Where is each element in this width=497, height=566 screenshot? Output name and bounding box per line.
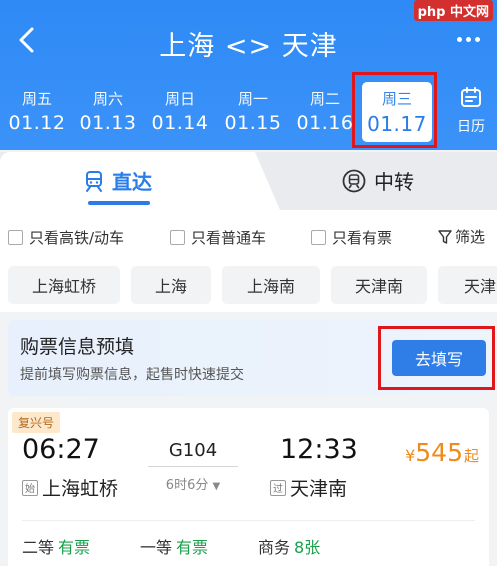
duration-text: 6时6分 [165,478,209,493]
tab-transfer[interactable]: 中转 [342,166,414,195]
tab-direct[interactable]: 直达 [84,166,152,195]
duration[interactable]: 6时6分 ▼ [148,474,238,493]
date-weekday: 周六 [92,90,123,108]
tab-transfer-label: 中转 [374,170,414,194]
date-value: 01.15 [224,112,282,134]
transfer-train-icon [342,169,366,192]
station-chips: 上海虹桥 上海 上海南 天津南 天津 [0,262,497,312]
arrive-station-name: 天津南 [290,478,348,500]
depart-time: 06:27 [22,434,100,465]
divider [22,520,475,521]
station-chip[interactable]: 天津南 [331,266,427,304]
selected-date-highlight [352,72,437,148]
station-chip[interactable]: 上海 [131,266,211,304]
train-type-badge: 复兴号 [12,412,61,433]
station-chip[interactable]: 上海南 [222,266,320,304]
train-number: G104 [168,440,218,461]
arrive-time: 12:33 [280,434,358,465]
checkbox[interactable] [311,230,326,245]
date-item[interactable]: 周日 01.14 [145,82,215,142]
date-weekday: 周一 [237,90,268,108]
tab-active-indicator [88,201,150,205]
pass-tag: 过 [270,479,286,496]
seat-class: 二等 [22,538,55,557]
date-value: 01.12 [8,112,66,134]
caret-down-icon: ▼ [212,481,221,492]
page-title: 上海 <> 天津 [159,31,338,62]
filter-button-label: 筛选 [454,228,485,246]
filter-button[interactable]: 筛选 [438,226,485,247]
price-currency: ¥ [405,446,416,465]
more-dot-icon [456,36,462,42]
seat-status: 有票 [176,538,209,557]
more-dot-icon [465,36,471,42]
seat-class: 一等 [140,538,173,557]
more-button[interactable] [451,26,485,52]
train-search-page: php 中文网 上海 <> 天津 周五 01.12 周六 01.13 周日 01… [0,0,497,566]
calendar-button[interactable]: 日历 [451,86,491,136]
depart-station: 始 上海虹桥 [22,474,118,501]
calendar-label: 日历 [457,119,485,135]
seat-first-class: 一等 有票 [140,534,208,558]
filter-label: 只看有票 [332,229,393,247]
filter-label: 只看普通车 [191,229,267,247]
date-item[interactable]: 周一 01.15 [218,82,288,142]
price-amount: 545 [415,438,463,467]
date-item[interactable]: 周二 01.16 [290,82,360,142]
date-weekday: 周日 [164,90,195,108]
filter-label: 只看高铁/动车 [29,229,125,247]
date-weekday: 周五 [21,90,52,108]
more-dot-icon [474,36,480,42]
date-item[interactable]: 周六 01.13 [73,82,143,142]
date-value: 01.13 [79,112,137,134]
price: ¥ 545 起 [405,438,479,467]
date-value: 01.16 [296,112,354,134]
filter-normal[interactable]: 只看普通车 [170,227,266,248]
station-chip[interactable]: 天津 [438,266,497,304]
origin-tag: 始 [22,479,38,496]
arrive-station: 过 天津南 [270,474,347,501]
date-weekday: 周二 [309,90,340,108]
filter-has-ticket[interactable]: 只看有票 [311,227,392,248]
seat-class: 商务 [258,538,291,557]
funnel-icon [438,229,452,244]
route-tabs: 直达 中转 [0,152,497,210]
seat-status: 有票 [58,538,91,557]
seat-status: 8张 [294,538,321,557]
seat-business-class: 商务 8张 [258,534,320,558]
train-route-line [148,466,238,467]
price-suffix: 起 [463,447,479,465]
prefill-subtitle: 提前填写购票信息，起售时快速提交 [20,367,244,383]
checkbox[interactable] [8,230,23,245]
filter-high-speed[interactable]: 只看高铁/动车 [8,227,124,248]
calendar-icon [461,87,481,107]
filter-bar: 只看高铁/动车 只看普通车 只看有票 筛选 [0,210,497,262]
train-icon [86,170,102,192]
checkbox[interactable] [170,230,185,245]
nav-bar: 上海 <> 天津 [0,16,497,66]
prefill-title: 购票信息预填 [20,336,135,358]
date-item[interactable]: 周五 01.12 [2,82,72,142]
tab-direct-label: 直达 [112,170,152,194]
fill-button-highlight [378,326,495,390]
train-card[interactable]: 复兴号 06:27 G104 6时6分 ▼ 12:33 ¥ 545 起 始 上海… [8,408,489,566]
seat-second-class: 二等 有票 [22,534,90,558]
date-value: 01.14 [151,112,209,134]
depart-station-name: 上海虹桥 [42,478,119,500]
station-chip[interactable]: 上海虹桥 [8,266,120,304]
